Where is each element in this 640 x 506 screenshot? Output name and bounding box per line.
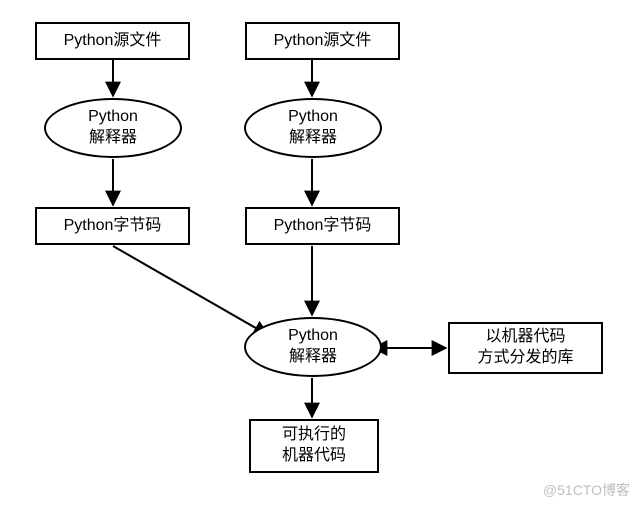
arrow-bytecode-left-to-interp-center	[113, 246, 268, 335]
node-bytecode-right: Python字节码	[245, 207, 400, 245]
node-interpreter-right-label: Python 解释器	[288, 107, 338, 149]
node-source-right: Python源文件	[245, 22, 400, 60]
node-library: 以机器代码 方式分发的库	[448, 322, 603, 374]
node-interpreter-center: Python 解释器	[244, 317, 382, 377]
watermark: @51CTO博客	[543, 480, 630, 500]
node-bytecode-right-label: Python字节码	[274, 216, 372, 237]
node-interpreter-right: Python 解释器	[244, 98, 382, 158]
node-executable-label: 可执行的 机器代码	[282, 425, 346, 467]
node-source-right-label: Python源文件	[274, 31, 372, 52]
node-library-label: 以机器代码 方式分发的库	[477, 327, 573, 369]
node-source-left-label: Python源文件	[64, 31, 162, 52]
node-bytecode-left-label: Python字节码	[64, 216, 162, 237]
node-source-left: Python源文件	[35, 22, 190, 60]
node-interpreter-left-label: Python 解释器	[88, 107, 138, 149]
node-executable: 可执行的 机器代码	[249, 419, 379, 473]
node-interpreter-left: Python 解释器	[44, 98, 182, 158]
node-interpreter-center-label: Python 解释器	[288, 326, 338, 368]
node-bytecode-left: Python字节码	[35, 207, 190, 245]
